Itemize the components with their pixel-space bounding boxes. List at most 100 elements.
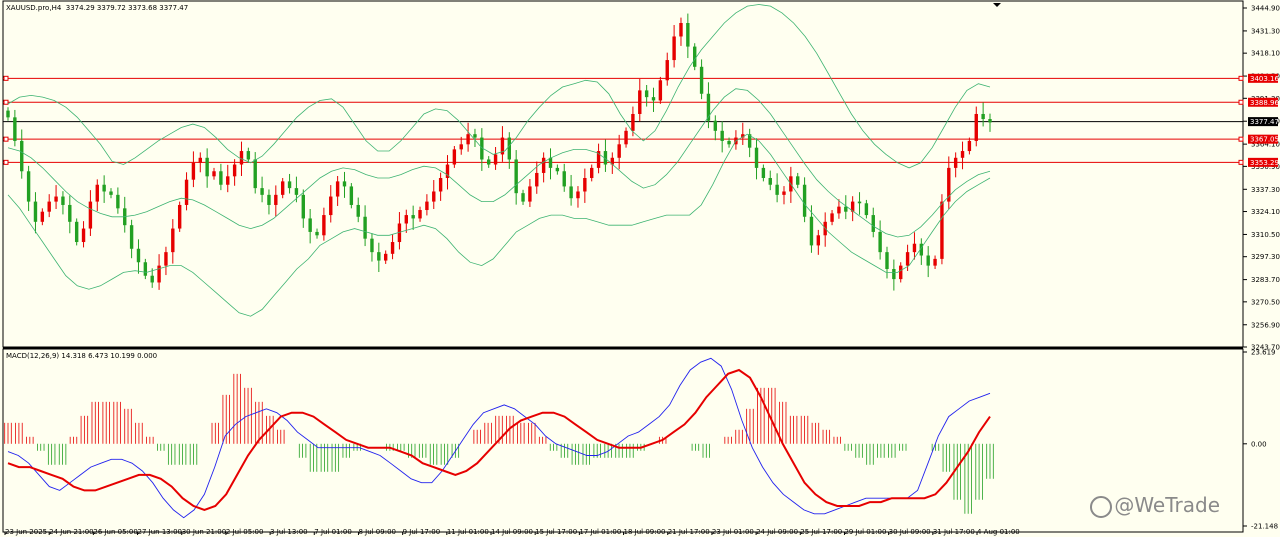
price-axis-label: 3283.70 <box>1251 276 1280 284</box>
candle-body <box>699 66 704 94</box>
macd-axis-label: -21.148 <box>1251 523 1278 531</box>
time-axis-label: 27 Jun 13:00 <box>138 528 182 536</box>
candle-body <box>988 119 992 123</box>
candle-body <box>679 22 683 37</box>
macd-axis-label: 0.00 <box>1251 440 1267 448</box>
candle-body <box>13 117 17 141</box>
candle-body <box>473 134 477 138</box>
time-axis-label: 9 Jul 17:00 <box>403 528 441 536</box>
level-handle-left <box>3 159 9 165</box>
candle-body <box>280 181 285 195</box>
candle-body <box>892 268 896 280</box>
candle-body <box>61 196 65 205</box>
candle-body <box>933 258 937 266</box>
chart-window: 3444.903431.303418.103404.503391.303377.… <box>0 0 1280 537</box>
wetrade-logo-icon <box>1090 496 1112 518</box>
candle-body <box>143 262 148 276</box>
time-axis-label: 25 Jul 17:00 <box>800 528 842 536</box>
candle-body <box>541 157 546 173</box>
time-axis-label: 23 Jul 01:00 <box>712 528 754 536</box>
candle-body <box>335 181 340 197</box>
candle-body <box>136 248 141 263</box>
candle-body <box>74 221 79 243</box>
candle-body <box>555 167 560 172</box>
current-price-label: 3377.47 <box>1250 118 1279 126</box>
candle-body <box>411 215 415 219</box>
bollinger-lower-band <box>7 133 991 317</box>
time-axis-label: 24 Jul 09:00 <box>756 528 798 536</box>
time-axis-label: 24 Jun 21:00 <box>49 528 93 536</box>
candle-body <box>486 159 491 165</box>
price-axis-label: 3256.90 <box>1251 321 1280 329</box>
time-axis-label: 17 Jul 01:00 <box>579 528 621 536</box>
candle-body <box>226 176 230 185</box>
candle-body <box>926 255 930 266</box>
candle-body <box>246 151 251 160</box>
candle-body <box>782 191 786 195</box>
price-axis-label: 3297.30 <box>1251 253 1280 261</box>
time-axis-label: 7 Jul 01:00 <box>314 528 352 536</box>
candle-body <box>171 228 175 253</box>
candle-body <box>837 206 841 214</box>
candle-body <box>109 191 113 195</box>
candle-body <box>356 204 360 217</box>
candle-body <box>301 194 305 219</box>
time-axis-label: 15 Jul 17:00 <box>535 528 577 536</box>
candle-body <box>205 157 209 177</box>
candle-body <box>535 172 539 187</box>
candle-body <box>329 196 333 216</box>
candle-body <box>184 179 189 205</box>
time-axis-label: 30 Jul 09:00 <box>889 528 931 536</box>
candle-body <box>377 252 381 261</box>
candle-body <box>198 157 202 163</box>
candle-body <box>693 46 697 67</box>
candle-body <box>404 215 408 224</box>
candle-body <box>253 159 257 189</box>
level-handle-left <box>3 99 9 105</box>
time-axis-label: 3 Jul 13:00 <box>270 528 308 536</box>
candle-body <box>830 213 834 222</box>
level-price-label: 3388.96 <box>1250 99 1279 107</box>
candle-body <box>617 144 621 158</box>
candle-body <box>26 171 31 202</box>
candle-body <box>562 171 566 187</box>
candle-body <box>631 113 635 131</box>
candle-body <box>20 140 24 172</box>
candle-body <box>219 171 223 185</box>
time-axis-label: 21 Jul 17:00 <box>668 528 710 536</box>
candle-body <box>267 194 271 205</box>
candle-body <box>727 140 731 145</box>
candle-body <box>960 151 965 158</box>
candle-body <box>912 243 917 253</box>
candle-body <box>514 159 518 194</box>
candle-body <box>974 113 978 141</box>
ohlc-label: 3374.29 3379.72 3373.68 3377.47 <box>65 4 189 12</box>
price-axis-label: 3444.90 <box>1251 5 1280 13</box>
candle-body <box>816 235 821 246</box>
candle-body <box>116 194 120 209</box>
time-axis-label: 2 Jul 05:00 <box>226 528 264 536</box>
candle-body <box>425 201 429 211</box>
candle-body <box>521 193 525 202</box>
candle-body <box>576 191 580 199</box>
symbol-label: XAUUSD.pro,H4 <box>6 4 62 12</box>
candle-body <box>40 211 45 222</box>
candle-body <box>274 194 278 205</box>
candle-body <box>720 130 724 141</box>
candle-body <box>164 252 168 266</box>
candle-body <box>260 188 264 195</box>
candle-body <box>287 181 292 189</box>
level-price-label: 3353.29 <box>1250 159 1279 167</box>
candle-body <box>981 113 985 120</box>
candle-body <box>713 120 718 131</box>
candle-body <box>418 210 422 219</box>
price-axis-label: 3431.30 <box>1251 27 1280 35</box>
candle-body <box>775 184 779 195</box>
candle-body <box>809 216 814 246</box>
candle-body <box>150 275 154 283</box>
candle-body <box>569 186 573 199</box>
candle-body <box>796 176 800 185</box>
candle-body <box>590 167 594 179</box>
candle-body <box>953 157 958 168</box>
candle-body <box>583 178 587 192</box>
